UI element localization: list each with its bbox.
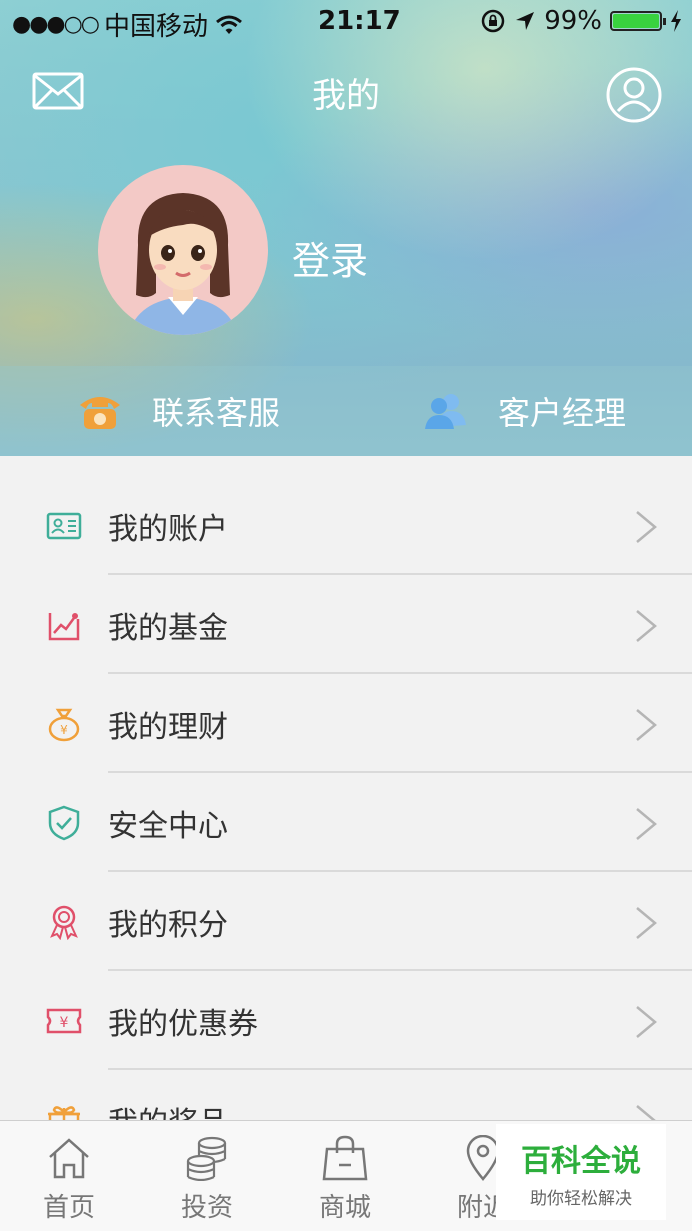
watermark: 百科全说 助你轻松解决 [496, 1124, 666, 1220]
chevron-right-icon [636, 808, 657, 840]
battery-icon [610, 11, 666, 31]
rotation-lock-icon [481, 9, 505, 33]
shield-icon [48, 805, 80, 841]
chevron-right-icon [636, 907, 657, 939]
award-icon [50, 905, 78, 940]
id-card-icon [46, 512, 82, 540]
chart-icon [48, 613, 80, 641]
tab-label: 商城 [318, 1193, 371, 1223]
tab-home[interactable]: 首页 [0, 1121, 138, 1231]
avatar[interactable] [98, 165, 268, 335]
shopping-bag-icon [322, 1135, 368, 1181]
svg-text:¥: ¥ [60, 723, 68, 737]
chevron-right-icon [636, 610, 657, 642]
menu-item-account[interactable]: 我的账户 [0, 476, 692, 575]
charging-icon [671, 10, 681, 32]
account-manager-label: 客户经理 [498, 394, 627, 432]
tab-label: 投资 [180, 1193, 233, 1223]
tab-invest[interactable]: 投资 [138, 1121, 276, 1231]
contact-service-button[interactable]: 联系客服 [78, 388, 280, 434]
menu-item-coupons[interactable]: ¥ 我的优惠券 [0, 971, 692, 1070]
contact-service-label: 联系客服 [152, 394, 281, 432]
page-title: 我的 [312, 76, 380, 116]
svg-text:¥: ¥ [60, 1015, 69, 1031]
menu-item-label: 我的积分 [108, 908, 228, 943]
watermark-subtitle: 助你轻松解决 [530, 1189, 632, 1209]
menu-item-wealth[interactable]: ¥ 我的理财 [0, 674, 692, 773]
chevron-right-icon [636, 511, 657, 543]
tab-label: 首页 [42, 1193, 95, 1223]
account-manager-button[interactable]: 客户经理 [424, 388, 626, 434]
menu-item-label: 我的理财 [108, 710, 228, 745]
clock: 21:17 [318, 6, 401, 36]
watermark-title: 百科全说 [521, 1144, 641, 1179]
chevron-right-icon [636, 709, 657, 741]
user-profile-icon[interactable] [606, 67, 662, 123]
coins-icon [186, 1136, 227, 1181]
menu-item-points[interactable]: 我的积分 [0, 872, 692, 971]
menu-item-fund[interactable]: 我的基金 [0, 575, 692, 674]
avatar-illustration [128, 193, 238, 335]
money-bag-icon: ¥ [48, 708, 80, 742]
menu-item-label: 安全中心 [108, 809, 228, 844]
menu-item-label: 我的优惠券 [108, 1007, 258, 1042]
tab-mall[interactable]: 商城 [276, 1121, 414, 1231]
people-icon [425, 394, 466, 429]
profile-header: ●●●○○ 中国移动 21:17 99% 我的 登录 联系客服 客户经理 [0, 0, 692, 456]
wifi-icon [216, 15, 242, 34]
coupon-icon: ¥ [46, 1008, 82, 1034]
signal-strength: ●●●○○ [12, 12, 100, 37]
menu-item-security[interactable]: 安全中心 [0, 773, 692, 872]
status-bar: ●●●○○ 中国移动 21:17 99% [0, 0, 692, 44]
menu-item-label: 我的账户 [108, 512, 228, 547]
menu-list: 我的账户 我的基金 ¥ 我的理财 安全中心 我的积分 ¥ 我的优惠券 [0, 476, 692, 1169]
chevron-right-icon [636, 1006, 657, 1038]
login-link[interactable]: 登录 [292, 230, 368, 285]
phone-icon [80, 397, 120, 429]
location-arrow-icon [516, 12, 535, 30]
menu-item-label: 我的基金 [108, 611, 228, 646]
battery-percent: 99% [544, 6, 602, 36]
home-icon [49, 1138, 89, 1179]
carrier-name: 中国移动 [103, 12, 208, 42]
